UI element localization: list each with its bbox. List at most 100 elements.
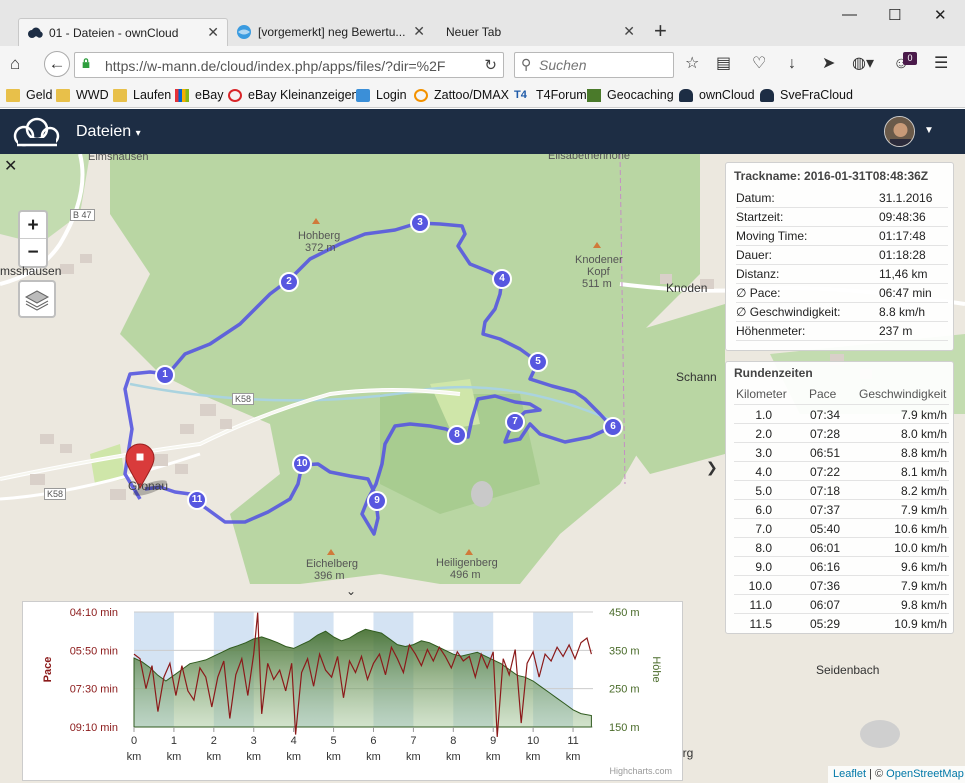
x-tick-label: 0 bbox=[131, 735, 137, 747]
lap-speed: 9.8 km/h bbox=[900, 598, 947, 612]
lap-pace: 05:40 bbox=[810, 522, 841, 536]
reload-icon[interactable]: ↻ bbox=[484, 56, 497, 74]
lap-km: 3.0 bbox=[755, 446, 772, 460]
chevron-down-icon: ▾ bbox=[135, 128, 141, 139]
leaflet-link[interactable]: Leaflet bbox=[833, 768, 866, 780]
bookmark-ebay-kleinanzeigen[interactable]: eBay Kleinanzeigen bbox=[228, 88, 359, 102]
tab-bewertung[interactable]: [vorgemerkt] neg Bewertu... ✕ bbox=[228, 18, 433, 46]
login-icon bbox=[356, 88, 370, 102]
peak-label: Eichelberg bbox=[306, 558, 358, 570]
avatar[interactable] bbox=[884, 116, 915, 147]
x-tick-label: 2 bbox=[211, 735, 217, 747]
x-tick-unit: km bbox=[446, 751, 461, 763]
owncloud-logo-icon[interactable] bbox=[12, 116, 62, 148]
km-marker[interactable]: 4 bbox=[492, 269, 512, 289]
lap-pace: 07:18 bbox=[810, 484, 841, 498]
download-icon[interactable]: ↓ bbox=[788, 55, 796, 73]
url-bar[interactable]: https://w-mann.de/cloud/index.php/apps/f… bbox=[74, 52, 504, 78]
bookmark-star-icon[interactable]: ☆ bbox=[685, 55, 699, 73]
map-view[interactable]: 1 2 3 4 5 6 7 8 9 10 11 ✕ + − Elmshausen Elisabeth… bbox=[0, 154, 965, 783]
x-tick-unit: km bbox=[167, 751, 182, 763]
close-tab-icon[interactable]: ✕ bbox=[623, 23, 635, 40]
bookmark-svefracloud[interactable]: SveFraCloud bbox=[760, 88, 853, 102]
notification-badge: 0 bbox=[903, 52, 917, 65]
zoom-in-button[interactable]: + bbox=[20, 212, 46, 239]
reading-list-icon[interactable]: ▤ bbox=[716, 55, 731, 73]
x-tick-unit: km bbox=[366, 751, 381, 763]
track-row: ∅ Pace: 06:47 min bbox=[736, 284, 948, 303]
track-row: ∅ Geschwindigkeit: 8.8 km/h bbox=[736, 303, 948, 322]
search-box[interactable]: ⚲ bbox=[514, 52, 674, 78]
tab-neuer-tab[interactable]: Neuer Tab ✕ bbox=[438, 18, 643, 46]
bookmark-geld[interactable]: Geld bbox=[6, 88, 52, 102]
lap-km: 5.0 bbox=[755, 484, 772, 498]
track-row-label: Datum: bbox=[736, 191, 775, 205]
pocket-icon[interactable]: ♡ bbox=[752, 55, 766, 73]
bookmark-login[interactable]: Login bbox=[356, 88, 407, 102]
bookmark-label: ownCloud bbox=[699, 88, 755, 102]
close-tab-icon[interactable]: ✕ bbox=[413, 23, 425, 40]
user-menu-chevron-icon[interactable]: ▼ bbox=[924, 125, 934, 136]
track-row-value: 11,46 km bbox=[879, 267, 928, 281]
kleinanzeigen-icon bbox=[228, 88, 242, 102]
lap-pace: 07:34 bbox=[810, 408, 841, 422]
close-map-button[interactable]: ✕ bbox=[4, 156, 17, 176]
osm-link[interactable]: OpenStreetMap bbox=[886, 768, 964, 780]
minimize-button[interactable]: — bbox=[842, 6, 857, 23]
km-marker[interactable]: 10 bbox=[292, 454, 312, 474]
home-icon[interactable]: ⌂ bbox=[10, 54, 20, 74]
km-marker[interactable]: 11 bbox=[187, 490, 207, 510]
bookmark-owncloud[interactable]: ownCloud bbox=[679, 88, 755, 102]
addon-icon[interactable]: ◍▾ bbox=[852, 55, 874, 73]
right-axis-tick: 250 m bbox=[609, 684, 640, 696]
bookmark-label: Laufen bbox=[133, 88, 172, 102]
bookmark-label: Geocaching bbox=[607, 88, 674, 102]
bookmark-wwd[interactable]: WWD bbox=[56, 88, 109, 102]
bookmark-zattoo[interactable]: Zattoo/DMAX bbox=[414, 88, 509, 102]
chevron-down-icon[interactable]: ⌄ bbox=[346, 584, 356, 598]
bookmark-ebay[interactable]: eBay bbox=[175, 88, 224, 102]
track-row-value: 06:47 min bbox=[879, 286, 932, 300]
km-marker[interactable]: 3 bbox=[410, 213, 430, 233]
peak-label: 511 m bbox=[582, 278, 612, 290]
chevron-right-icon[interactable]: ❯ bbox=[706, 459, 718, 476]
place-label: Seidenbach bbox=[816, 663, 880, 677]
km-marker[interactable]: 5 bbox=[528, 352, 548, 372]
bookmark-laufen[interactable]: Laufen bbox=[113, 88, 171, 102]
back-button[interactable]: ← bbox=[44, 51, 70, 77]
bookmark-t4forum[interactable]: T4 T4Forum bbox=[514, 88, 587, 102]
km-marker[interactable]: 1 bbox=[155, 365, 175, 385]
map-attribution: Leaflet | © OpenStreetMap bbox=[828, 766, 965, 783]
peak-label: Heiligenberg bbox=[436, 557, 498, 569]
send-icon[interactable]: ➤ bbox=[822, 55, 835, 73]
km-marker[interactable]: 7 bbox=[505, 412, 525, 432]
track-row-label: Moving Time: bbox=[736, 229, 808, 243]
new-tab-button[interactable]: + bbox=[654, 20, 667, 42]
zoom-out-button[interactable]: − bbox=[20, 239, 46, 266]
close-tab-icon[interactable]: ✕ bbox=[207, 24, 219, 41]
peak-label: Kopf bbox=[587, 266, 610, 278]
zattoo-icon bbox=[414, 88, 428, 102]
search-input[interactable] bbox=[539, 56, 669, 74]
bookmark-geocaching[interactable]: Geocaching bbox=[587, 88, 674, 102]
lap-km: 10.0 bbox=[748, 579, 772, 593]
menu-icon[interactable]: ☰ bbox=[934, 55, 948, 73]
lap-row: 2.0 07:28 8.0 km/h bbox=[734, 423, 949, 442]
lap-row: 11.0 06:07 9.8 km/h bbox=[734, 594, 949, 613]
lap-row: 5.0 07:18 8.2 km/h bbox=[734, 480, 949, 499]
bookmark-label: T4Forum bbox=[536, 88, 587, 102]
tab-owncloud[interactable]: 01 - Dateien - ownCloud ✕ bbox=[18, 18, 228, 46]
close-window-button[interactable]: ✕ bbox=[934, 6, 947, 24]
chart-credits[interactable]: Highcharts.com bbox=[609, 766, 672, 776]
track-row-value: 31.1.2016 bbox=[879, 191, 933, 205]
layers-button[interactable] bbox=[18, 280, 56, 318]
maximize-button[interactable]: ☐ bbox=[888, 6, 901, 24]
km-marker[interactable]: 9 bbox=[367, 491, 387, 511]
lap-pace: 07:28 bbox=[810, 427, 841, 441]
km-marker[interactable]: 2 bbox=[279, 272, 299, 292]
lap-speed: 8.2 km/h bbox=[900, 484, 947, 498]
km-marker[interactable]: 8 bbox=[447, 425, 467, 445]
folder-icon bbox=[113, 88, 127, 102]
km-marker[interactable]: 6 bbox=[603, 417, 623, 437]
app-menu[interactable]: Dateien ▾ bbox=[76, 123, 141, 141]
